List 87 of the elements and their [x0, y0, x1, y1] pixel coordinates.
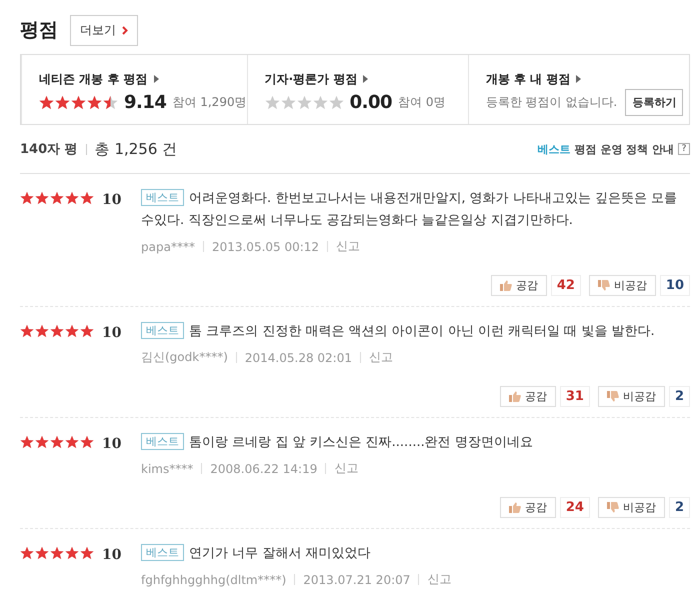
- star-icon: [65, 191, 79, 205]
- thumbs-up-icon: [508, 502, 521, 513]
- like-button[interactable]: 공감: [500, 386, 556, 407]
- star-icon: [80, 435, 94, 449]
- author-name: fghfghhgghhg(dltm****): [141, 572, 286, 586]
- dislike-count: 10: [660, 275, 690, 296]
- review-date: 2013.07.21 20:07: [303, 572, 410, 586]
- star-icon: [20, 435, 34, 449]
- star-icon: [71, 94, 86, 110]
- like-count: 42: [550, 275, 581, 296]
- star-icon: [20, 191, 34, 205]
- author-name: 김신(godk****): [141, 349, 228, 366]
- star-icon: [35, 191, 49, 205]
- star-icon: [80, 191, 94, 205]
- participant-count: 참여 1,290명: [172, 94, 247, 110]
- rating-title[interactable]: 기자·평론가 평점: [264, 70, 358, 88]
- register-button[interactable]: 등록하기: [625, 88, 684, 116]
- thumbs-up-icon: [508, 391, 521, 402]
- star-icon: [65, 546, 79, 560]
- author-name: kims****: [141, 462, 194, 476]
- star-icon: [55, 94, 70, 110]
- dislike-count: 2: [668, 386, 690, 407]
- star-icon: [80, 546, 94, 560]
- star-icon: [264, 94, 280, 110]
- review-text: 베스트 톰 크루즈의 진정한 매력은 액션의 아이콘이 아닌 이런 캐릭터일 때 빛을 발한다.: [141, 321, 690, 343]
- best-badge: 베스트: [141, 322, 184, 339]
- thumbs-down-icon: [598, 280, 610, 291]
- dislike-button[interactable]: 비공감: [598, 386, 665, 407]
- star-icon: [20, 546, 34, 560]
- review-text: 베스트 연기가 너무 잘해서 재미있었다: [141, 543, 690, 565]
- star-icon: [35, 435, 49, 449]
- policy-link[interactable]: 평점 운영 정책 안내: [574, 142, 674, 156]
- thumbs-up-icon: [500, 280, 512, 291]
- like-count: 31: [560, 386, 590, 407]
- like-count: 24: [560, 497, 590, 518]
- star-icon: [87, 94, 102, 110]
- arrow-icon: [154, 75, 159, 83]
- star-icon: [50, 435, 64, 449]
- thumbs-down-icon: [606, 391, 619, 402]
- review-text: 베스트 어려운영화다. 한번보고나서는 내용전개만알지, 영화가 나타내고있는 깊은뜻은 모를수있다. 직장인으로써 너무나도 공감되는영화다 늘같은일상 지겹기만하다.: [141, 188, 678, 230]
- help-icon[interactable]: ?: [678, 143, 690, 155]
- review-type-label: 140자 평: [20, 141, 78, 158]
- like-button[interactable]: 공감: [490, 275, 547, 296]
- arrow-icon: [363, 75, 368, 83]
- star-icon: [296, 94, 312, 110]
- author-name: papa****: [141, 240, 195, 254]
- star-icon: [65, 324, 79, 338]
- arrow-icon: [576, 75, 582, 83]
- like-button[interactable]: 공감: [500, 497, 556, 518]
- star-icon: [103, 94, 118, 110]
- review-text: 베스트 톰이랑 르네랑 집 앞 키스신은 진짜........완전 명장면이네요: [141, 432, 690, 454]
- chevron-icon: [122, 26, 128, 34]
- more-button[interactable]: 더보기: [70, 14, 138, 46]
- total-count: 총 1,256 건: [94, 140, 178, 158]
- star-icon: [50, 191, 64, 205]
- star-icon: [50, 546, 64, 560]
- review-date: 2008.06.22 14:19: [210, 462, 318, 476]
- dislike-button[interactable]: 비공감: [598, 497, 665, 518]
- best-badge: 베스트: [141, 544, 184, 561]
- star-icon: [39, 94, 54, 110]
- participant-count: 참여 0명: [398, 94, 446, 110]
- star-icon: [328, 94, 344, 110]
- star-icon: [80, 324, 94, 338]
- rating-title[interactable]: 개봉 후 내 평점: [486, 70, 570, 88]
- review-date: 2013.05.05 00:12: [212, 240, 320, 254]
- star-icon: [65, 435, 79, 449]
- review-score: 10: [102, 435, 122, 453]
- best-badge: 베스트: [141, 433, 184, 450]
- rating-score: 9.14: [124, 92, 166, 112]
- dislike-count: 2: [668, 497, 690, 518]
- star-icon: [35, 324, 49, 338]
- star-icon: [312, 94, 328, 110]
- rating-title[interactable]: 네티즌 개봉 후 평점: [39, 70, 148, 88]
- review-date: 2014.05.28 02:01: [244, 350, 352, 364]
- review-score: 10: [102, 546, 122, 564]
- star-icon: [20, 324, 34, 338]
- review-score: 10: [102, 324, 122, 342]
- review-score: 10: [102, 191, 122, 209]
- dislike-button[interactable]: 비공감: [588, 275, 656, 296]
- star-icon: [35, 546, 49, 560]
- thumbs-down-icon: [606, 502, 619, 513]
- star-icon: [50, 324, 64, 338]
- rating-score: 0.00: [350, 92, 392, 112]
- empty-message: 등록한 평점이 없습니다.: [486, 94, 618, 110]
- section-title: 평점: [20, 18, 58, 43]
- best-badge: 베스트: [141, 189, 184, 206]
- star-icon: [280, 94, 296, 110]
